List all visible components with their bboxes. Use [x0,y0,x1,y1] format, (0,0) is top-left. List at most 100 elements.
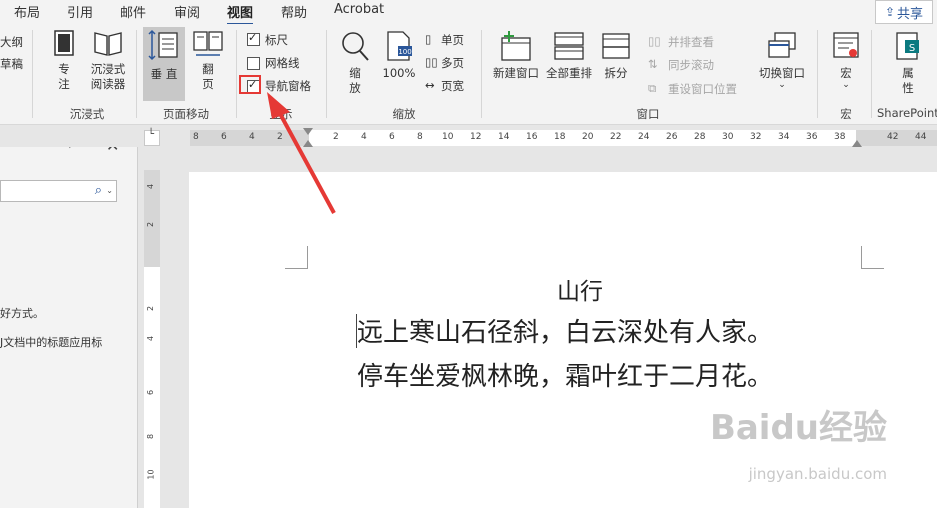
vruler-tick: 2 [146,221,156,228]
immersive-reader-icon [94,32,122,56]
tab-layout[interactable]: 布局 [14,2,40,21]
crop-mark-right [861,246,884,269]
zoom-label: 缩 放 [349,66,361,95]
vertical-ruler[interactable]: 4 2 2 4 6 8 10 [144,170,160,508]
side-by-side-button[interactable]: 并排查看 [668,34,714,50]
nav-search-input[interactable]: ⌕ ⌄ [0,180,117,202]
ruler-tick: 34 [778,132,790,142]
nav-pane-label: 导航窗格 [265,79,311,93]
ruler-tick: 12 [470,132,482,142]
new-window-button[interactable]: 新建窗口 [488,30,544,81]
new-window-icon [501,31,531,61]
ribbon: 大纲 草稿 专 注 沉浸式 阅读器 沉浸式 垂 直 翻 页 页面移动 标尺 网格… [0,24,937,125]
properties-button[interactable]: S 属 性 [888,30,928,96]
sync-scroll-button[interactable]: 同步滚动 [668,57,714,73]
poem-line-1: 远上寒山石径斜，白云深处有人家。 [357,318,774,348]
ruler-tick: 6 [221,132,227,142]
side-by-side-icon: ▯▯ [648,34,661,48]
ruler-tick: 24 [638,132,650,142]
horizontal-ruler[interactable]: 8 6 4 2 2 4 6 8 10 12 14 16 18 20 22 24 … [190,128,937,147]
ruler-tick: 2 [333,132,339,142]
flip-page-button[interactable]: 翻 页 [189,28,227,92]
watermark-logo: Baidu经验 [709,408,887,448]
macros-button[interactable]: 宏 ⌄ [826,30,866,90]
gridlines-label: 网格线 [265,56,300,70]
flip-page-label: 翻 页 [202,62,214,91]
ruler-tick: 4 [249,132,255,142]
ruler-tick: 8 [417,132,423,142]
arrange-all-icon [554,32,584,60]
reset-position-icon: ⧉ [648,81,657,95]
tab-mailings[interactable]: 邮件 [120,2,146,21]
watermark-url: jingyan.baidu.com [748,465,887,483]
multi-page-button[interactable]: 多页 [441,55,464,71]
poem-line-2: 停车坐爱枫林晚，霜叶红于二月花。 [357,362,774,392]
zoom-100-label: 100% [382,66,416,80]
tab-view[interactable]: 视图 [227,2,254,26]
ruler-label: 标尺 [265,33,288,47]
highlight-box [239,75,261,94]
vruler-tick: 10 [146,469,156,480]
arrange-all-button[interactable]: 全部重排 [542,30,596,81]
sharepoint-group-label: SharePoint [877,106,937,120]
hanging-indent-marker[interactable] [303,140,313,147]
page-width-icon: ↔ [425,78,435,92]
vruler-tick: 6 [146,389,156,396]
ruler-tick: 44 [915,132,927,142]
ruler-tick: 22 [610,132,622,142]
tab-stop-icon: └ [148,129,155,140]
ruler-tick: 14 [498,132,510,142]
share-icon: ⇪ [884,5,896,19]
ruler-tick: 32 [750,132,762,142]
reset-position-button[interactable]: 重设窗口位置 [668,81,737,97]
vruler-tick: 4 [146,335,156,342]
focus-button[interactable]: 专 注 [44,28,84,92]
sharepoint-properties-icon: S [896,32,919,60]
macros-label: 宏 [840,66,852,80]
ruler-tick: 30 [722,132,734,142]
switch-window-button[interactable]: 切换窗口 ⌄ [752,30,812,90]
properties-label: 属 性 [902,66,914,95]
ruler-tick: 4 [361,132,367,142]
window-group-label: 窗口 [636,107,660,121]
immersive-group-label: 沉浸式 [69,107,105,121]
share-label: 共享 [897,6,924,22]
gridlines-checkbox[interactable] [247,57,260,70]
zoom-100-button[interactable]: 100 100% [381,30,417,81]
draft-view-button[interactable]: 草稿 [0,56,23,72]
macros-group-label: 宏 [840,107,852,121]
document-page[interactable]: 山行 远上寒山石径斜，白云深处有人家。 停车坐爱枫林晚，霜叶红于二月花。 [189,172,937,508]
vruler-tick: 8 [146,433,156,440]
split-button[interactable]: 拆分 [598,30,634,81]
tab-help[interactable]: 帮助 [281,2,307,21]
tab-review[interactable]: 审阅 [174,2,200,21]
zoom-button[interactable]: 缩 放 [336,30,374,96]
ruler-checkbox[interactable] [247,31,260,46]
svg-text:100: 100 [398,48,411,56]
outline-view-button[interactable]: 大纲 [0,34,23,50]
vertical-movement-button[interactable]: 垂 直 [143,27,185,101]
switch-window-chevron-icon: ⌄ [778,80,786,90]
first-line-indent-marker[interactable] [303,128,313,135]
one-page-button[interactable]: 单页 [441,32,464,48]
show-group-label: 显示 [269,107,293,121]
page-width-button[interactable]: 页宽 [441,78,464,94]
tab-selector[interactable]: └ [144,129,160,146]
crop-mark-left [285,246,308,269]
macros-icon [833,32,859,58]
search-dropdown-icon[interactable]: ⌄ [106,186,113,195]
vruler-tick: 4 [146,183,156,190]
ruler-tick: 26 [666,132,678,142]
page-100-icon: 100 [387,31,412,61]
navigation-pane: ▼ ✕ ⌕ ⌄ 好方式。 J文档中的标题应用标 [0,125,138,508]
ruler-tick: 6 [389,132,395,142]
right-indent-marker[interactable] [852,140,862,147]
split-label: 拆分 [604,66,628,80]
tab-references[interactable]: 引用 [67,2,93,21]
share-button[interactable]: ⇪ 共享 [875,0,933,24]
split-icon [602,33,630,59]
immersive-reader-button[interactable]: 沉浸式 阅读器 [86,28,130,92]
tab-acrobat[interactable]: Acrobat [334,2,384,17]
svg-text:S: S [909,43,915,54]
ruler-tick: 36 [806,132,818,142]
